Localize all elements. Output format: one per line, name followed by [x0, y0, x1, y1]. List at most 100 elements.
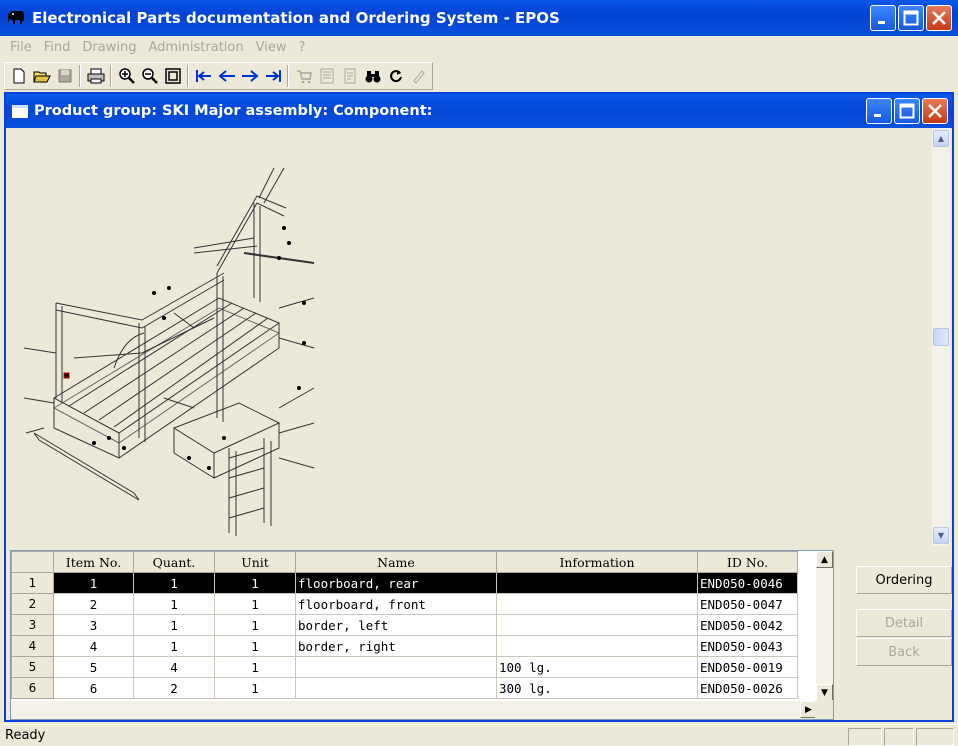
scroll-thumb[interactable] — [933, 328, 949, 346]
cell-information[interactable] — [496, 593, 698, 615]
close-button[interactable] — [926, 5, 952, 31]
child-title-bar[interactable]: Product group: SKI Major assembly: Compo… — [6, 94, 952, 128]
menu-drawing[interactable]: Drawing — [76, 40, 142, 55]
table-row[interactable]: 3 3 1 1 border, left END050-0042 — [11, 614, 798, 636]
row-number[interactable]: 4 — [11, 635, 54, 657]
cell-id-no[interactable]: END050-0019 — [697, 656, 798, 678]
column-header-item-no[interactable]: Item No. — [53, 551, 134, 573]
row-number[interactable]: 2 — [11, 593, 54, 615]
document-list-icon[interactable] — [316, 65, 338, 87]
scroll-up-button[interactable]: ▲ — [933, 130, 949, 147]
zoom-out-icon[interactable] — [139, 65, 161, 87]
drawing-vertical-scrollbar[interactable]: ▲ ▼ — [932, 128, 950, 546]
cell-id-no[interactable]: END050-0043 — [697, 635, 798, 657]
menu-help[interactable]: ? — [292, 40, 311, 55]
cell-item-no[interactable]: 6 — [53, 677, 134, 699]
shopping-cart-icon[interactable] — [293, 65, 315, 87]
column-header-quant[interactable]: Quant. — [133, 551, 215, 573]
cell-item-no[interactable]: 1 — [53, 572, 134, 594]
column-header-name[interactable]: Name — [295, 551, 497, 573]
table-row[interactable]: 4 4 1 1 border, right END050-0043 — [11, 635, 798, 657]
elephant-app-icon[interactable] — [6, 7, 28, 29]
menu-find[interactable]: Find — [38, 40, 77, 55]
cell-unit[interactable]: 1 — [214, 635, 296, 657]
column-header-unit[interactable]: Unit — [214, 551, 296, 573]
table-row[interactable]: 6 6 2 1 300 lg. END050-0026 — [11, 677, 798, 699]
cell-information[interactable]: 300 lg. — [496, 677, 698, 699]
refresh-icon[interactable] — [385, 65, 407, 87]
table-horizontal-scrollbar[interactable]: ▶ — [11, 701, 817, 719]
cell-id-no[interactable]: END050-0047 — [697, 593, 798, 615]
main-title-bar[interactable]: Electronical Parts documentation and Ord… — [0, 0, 958, 36]
cell-quant[interactable]: 1 — [133, 614, 215, 636]
cell-item-no[interactable]: 5 — [53, 656, 134, 678]
status-panel — [848, 728, 882, 746]
table-scroll-up-button[interactable]: ▲ — [816, 551, 833, 568]
cell-name[interactable]: floorboard, front — [295, 593, 497, 615]
cell-id-no[interactable]: END050-0026 — [697, 677, 798, 699]
cell-quant[interactable]: 1 — [133, 572, 215, 594]
cell-information[interactable] — [496, 635, 698, 657]
zoom-in-icon[interactable] — [116, 65, 138, 87]
menu-administration[interactable]: Administration — [142, 40, 249, 55]
table-scroll-down-button[interactable]: ▼ — [816, 684, 833, 701]
menu-file[interactable]: File — [4, 40, 38, 55]
child-maximize-button[interactable] — [894, 98, 920, 124]
cell-information[interactable] — [496, 614, 698, 636]
cell-id-no[interactable]: END050-0042 — [697, 614, 798, 636]
cell-unit[interactable]: 1 — [214, 656, 296, 678]
row-number[interactable]: 1 — [11, 572, 54, 594]
cell-quant[interactable]: 1 — [133, 635, 215, 657]
table-row[interactable]: 5 5 4 1 100 lg. END050-0019 — [11, 656, 798, 678]
scroll-down-button[interactable]: ▼ — [933, 527, 949, 544]
print-icon[interactable] — [85, 65, 107, 87]
detail-button[interactable]: Detail — [856, 609, 952, 637]
row-number[interactable]: 5 — [11, 656, 54, 678]
cell-information[interactable]: 100 lg. — [496, 656, 698, 678]
minimize-button[interactable] — [870, 5, 896, 31]
cell-id-no[interactable]: END050-0046 — [697, 572, 798, 594]
cell-unit[interactable]: 1 — [214, 614, 296, 636]
child-minimize-button[interactable] — [866, 98, 892, 124]
cell-item-no[interactable]: 4 — [53, 635, 134, 657]
document-icon[interactable] — [339, 65, 361, 87]
new-document-icon[interactable] — [8, 65, 30, 87]
cell-name[interactable] — [295, 677, 497, 699]
row-number[interactable]: 6 — [11, 677, 54, 699]
column-header-information[interactable]: Information — [496, 551, 698, 573]
ordering-button[interactable]: Ordering — [856, 566, 952, 594]
zoom-fit-icon[interactable] — [162, 65, 184, 87]
cell-unit[interactable]: 1 — [214, 572, 296, 594]
menu-view[interactable]: View — [250, 40, 293, 55]
cell-quant[interactable]: 4 — [133, 656, 215, 678]
table-vertical-scrollbar[interactable]: ▲ ▼ — [816, 551, 833, 701]
cell-information[interactable] — [496, 572, 698, 594]
save-disk-icon[interactable] — [54, 65, 76, 87]
parts-table[interactable]: Item No. Quant. Unit Name Information ID… — [10, 550, 834, 720]
maximize-button[interactable] — [898, 5, 924, 31]
last-record-icon[interactable] — [262, 65, 284, 87]
assembly-drawing-view[interactable] — [8, 128, 932, 546]
cell-name[interactable]: border, left — [295, 614, 497, 636]
cell-item-no[interactable]: 3 — [53, 614, 134, 636]
row-number[interactable]: 3 — [11, 614, 54, 636]
previous-record-icon[interactable] — [216, 65, 238, 87]
table-row[interactable]: 1 1 1 1 floorboard, rear END050-0046 — [11, 572, 798, 594]
child-close-button[interactable] — [922, 98, 948, 124]
cell-item-no[interactable]: 2 — [53, 593, 134, 615]
cell-quant[interactable]: 2 — [133, 677, 215, 699]
cell-quant[interactable]: 1 — [133, 593, 215, 615]
cell-name[interactable] — [295, 656, 497, 678]
next-record-icon[interactable] — [239, 65, 261, 87]
cell-unit[interactable]: 1 — [214, 593, 296, 615]
cell-name[interactable]: floorboard, rear — [295, 572, 497, 594]
cell-name[interactable]: border, right — [295, 635, 497, 657]
binoculars-icon[interactable] — [362, 65, 384, 87]
column-header-id-no[interactable]: ID No. — [697, 551, 798, 573]
back-button[interactable]: Back — [856, 638, 952, 666]
first-record-icon[interactable] — [193, 65, 215, 87]
pencil-icon[interactable] — [408, 65, 430, 87]
cell-unit[interactable]: 1 — [214, 677, 296, 699]
open-folder-icon[interactable] — [31, 65, 53, 87]
table-row[interactable]: 2 2 1 1 floorboard, front END050-0047 — [11, 593, 798, 615]
